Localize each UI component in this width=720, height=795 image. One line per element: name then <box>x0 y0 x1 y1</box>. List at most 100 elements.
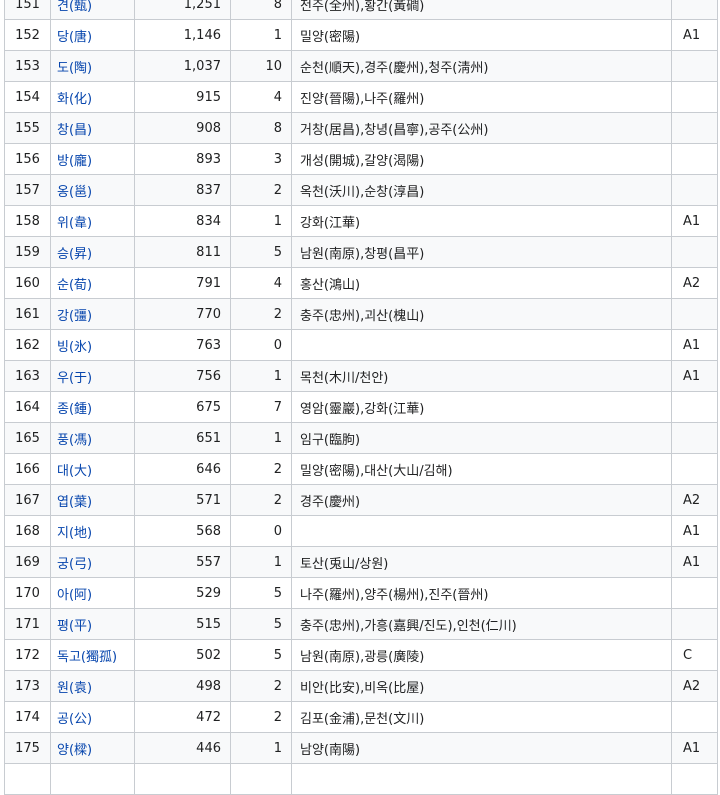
surname-cell: 엽(葉) <box>50 484 135 516</box>
clan-seats-cell: 진양(晉陽),나주(羅州) <box>291 81 672 113</box>
note-cell <box>671 298 718 330</box>
table-row: 167 엽(葉) 571 2 경주(慶州) A2 <box>4 484 718 516</box>
clan-seats-cell <box>291 329 672 361</box>
surname-cell: 독고(獨孤) <box>50 639 135 671</box>
surname-link[interactable]: 빙(氷) <box>57 340 92 355</box>
rank-cell: 169 <box>4 546 51 578</box>
surname-link[interactable]: 견(甄) <box>57 0 92 14</box>
surname-cell: 승(昇) <box>50 236 135 268</box>
table-row: 152 당(唐) 1,146 1 밀양(密陽) A1 <box>4 19 718 51</box>
surname-link[interactable]: 우(于) <box>57 371 92 386</box>
table-row: 158 위(韋) 834 1 강화(江華) A1 <box>4 205 718 237</box>
surname-link[interactable]: 대(大) <box>57 464 92 479</box>
clan-count-cell: 5 <box>230 639 292 671</box>
note-cell: A1 <box>671 205 718 237</box>
surname-link[interactable]: 독고(獨孤) <box>57 650 117 665</box>
surname-link[interactable]: 순(荀) <box>57 278 92 293</box>
surname-link[interactable]: 양(樑) <box>57 743 92 758</box>
clan-seats-cell: 목천(木川/천안) <box>291 360 672 392</box>
clan-count-cell: 1 <box>230 205 292 237</box>
clan-seats-cell: 밀양(密陽),대산(大山/김해) <box>291 453 672 485</box>
population-cell: 646 <box>134 453 231 485</box>
population-cell: 446 <box>134 732 231 764</box>
note-cell <box>671 608 718 640</box>
surname-cell: 빙(氷) <box>50 329 135 361</box>
surname-link[interactable]: 궁(弓) <box>57 557 92 572</box>
surname-link[interactable]: 종(鍾) <box>57 402 92 417</box>
clan-count-cell: 2 <box>230 670 292 702</box>
surname-link[interactable]: 공(公) <box>57 712 92 727</box>
surname-cell: 양(樑) <box>50 732 135 764</box>
table-row: 159 승(昇) 811 5 남원(南原),창평(昌平) <box>4 236 718 268</box>
population-cell: 1,251 <box>134 0 231 20</box>
table-row: 174 공(公) 472 2 김포(金浦),문천(文川) <box>4 701 718 733</box>
note-cell <box>671 391 718 423</box>
rank-cell: 171 <box>4 608 51 640</box>
clan-seats-cell: 임구(臨朐) <box>291 422 672 454</box>
surname-table: 151 견(甄) 1,251 8 전주(全州),황간(黃磵) 152 당(唐) 1,146 1 밀… <box>4 0 718 795</box>
surname-link[interactable]: 화(化) <box>57 92 92 107</box>
clan-seats-cell: 개성(開城),갈양(渴陽) <box>291 143 672 175</box>
surname-link[interactable]: 승(昇) <box>57 247 92 262</box>
note-cell <box>671 453 718 485</box>
clan-seats-cell: 경주(慶州) <box>291 484 672 516</box>
surname-cell: 옹(邕) <box>50 174 135 206</box>
surname-link[interactable]: 옹(邕) <box>57 185 92 200</box>
clan-count-cell: 2 <box>230 453 292 485</box>
rank-cell: 153 <box>4 50 51 82</box>
clan-count-cell: 2 <box>230 701 292 733</box>
rank-cell: 164 <box>4 391 51 423</box>
surname-link[interactable]: 도(陶) <box>57 61 92 76</box>
surname-cell: 대(大) <box>50 453 135 485</box>
population-cell: 502 <box>134 639 231 671</box>
surname-link[interactable]: 강(彊) <box>57 309 92 324</box>
clan-seats-cell: 밀양(密陽) <box>291 19 672 51</box>
table-row: 151 견(甄) 1,251 8 전주(全州),황간(黃磵) <box>4 0 718 20</box>
clan-count-cell: 1 <box>230 19 292 51</box>
note-cell: A1 <box>671 329 718 361</box>
note-cell <box>671 50 718 82</box>
surname-link[interactable]: 평(平) <box>57 619 92 634</box>
population-cell: 529 <box>134 577 231 609</box>
clan-count-cell: 4 <box>230 267 292 299</box>
surname-cell: 당(唐) <box>50 19 135 51</box>
surname-link[interactable]: 창(昌) <box>57 123 92 138</box>
surname-link[interactable]: 지(地) <box>57 526 92 541</box>
surname-link[interactable]: 풍(馮) <box>57 433 92 448</box>
surname-link[interactable]: 원(袁) <box>57 681 92 696</box>
rank-cell: 163 <box>4 360 51 392</box>
surname-link[interactable]: 엽(葉) <box>57 495 92 510</box>
surname-link[interactable]: 당(唐) <box>57 30 92 45</box>
clan-count-cell: 3 <box>230 143 292 175</box>
note-cell <box>671 236 718 268</box>
rank-cell: 172 <box>4 639 51 671</box>
note-cell: A1 <box>671 515 718 547</box>
population-cell: 915 <box>134 81 231 113</box>
clan-seats-cell: 남양(南陽) <box>291 732 672 764</box>
clan-seats-cell: 비안(比安),비옥(比屋) <box>291 670 672 702</box>
rank-cell: 166 <box>4 453 51 485</box>
surname-cell: 평(平) <box>50 608 135 640</box>
clan-seats-cell: 토산(兎山/상원) <box>291 546 672 578</box>
table-row: 172 독고(獨孤) 502 5 남원(南原),광릉(廣陵) C <box>4 639 718 671</box>
population-cell: 791 <box>134 267 231 299</box>
clan-seats-cell: 순천(順天),경주(慶州),청주(淸州) <box>291 50 672 82</box>
table-row: 165 풍(馮) 651 1 임구(臨朐) <box>4 422 718 454</box>
rank-cell: 151 <box>4 0 51 20</box>
population-cell <box>134 763 231 795</box>
clan-count-cell: 8 <box>230 112 292 144</box>
note-cell: A1 <box>671 360 718 392</box>
surname-cell: 공(公) <box>50 701 135 733</box>
rank-cell: 160 <box>4 267 51 299</box>
surname-cell: 아(阿) <box>50 577 135 609</box>
clan-count-cell: 7 <box>230 391 292 423</box>
surname-link[interactable]: 위(韋) <box>57 216 92 231</box>
table-row: 163 우(于) 756 1 목천(木川/천안) A1 <box>4 360 718 392</box>
clan-seats-cell: 홍산(鴻山) <box>291 267 672 299</box>
note-cell: A1 <box>671 732 718 764</box>
table-row: 160 순(荀) 791 4 홍산(鴻山) A2 <box>4 267 718 299</box>
surname-link[interactable]: 방(龐) <box>57 154 92 169</box>
clan-count-cell: 0 <box>230 515 292 547</box>
clan-seats-cell: 충주(忠州),괴산(槐山) <box>291 298 672 330</box>
surname-link[interactable]: 아(阿) <box>57 588 92 603</box>
